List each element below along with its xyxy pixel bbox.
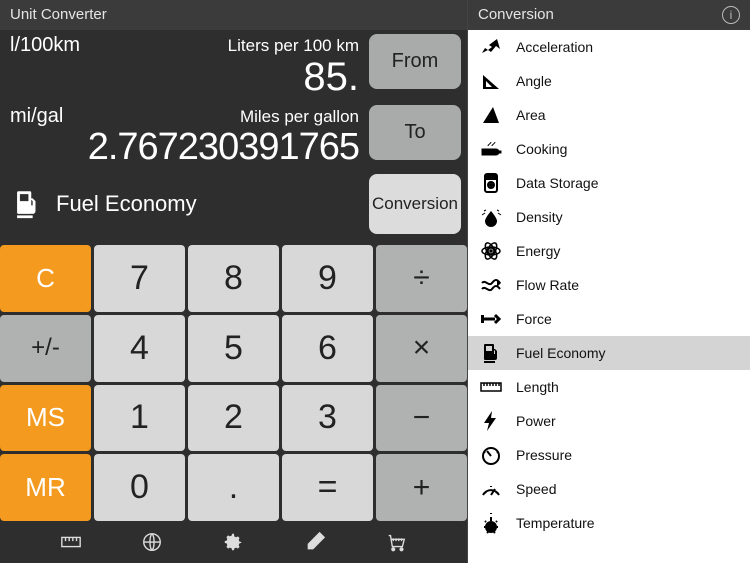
category-label: Data Storage (516, 175, 599, 191)
to-unit-long: Miles per gallon (240, 107, 359, 127)
conversion-button[interactable]: Conversion (369, 174, 461, 234)
category-label: Density (516, 209, 563, 225)
data-storage-icon (478, 170, 504, 196)
pressure-icon (478, 442, 504, 468)
category-row-temperature[interactable]: Temperature (468, 506, 750, 540)
category-label: Flow Rate (516, 277, 579, 293)
to-unit-short: mi/gal (10, 105, 63, 128)
app-title: Unit Converter (10, 0, 107, 30)
category-row-cooking[interactable]: Cooking (468, 132, 750, 166)
right-header: Conversion i (468, 0, 750, 30)
category-label: Acceleration (516, 39, 593, 55)
category-row-density[interactable]: Density (468, 200, 750, 234)
key-4[interactable]: 4 (94, 315, 185, 382)
right-title: Conversion (478, 0, 554, 30)
key-1[interactable]: 1 (94, 385, 185, 452)
length-icon (478, 374, 504, 400)
bottom-toolbar (0, 521, 467, 563)
key-0[interactable]: 0 (94, 454, 185, 521)
category-row-flow-rate[interactable]: Flow Rate (468, 268, 750, 302)
speed-icon (478, 476, 504, 502)
key-dot[interactable]: . (188, 454, 279, 521)
area-icon (478, 102, 504, 128)
acceleration-icon (478, 34, 504, 60)
from-unit-long: Liters per 100 km (228, 36, 359, 56)
category-row-angle[interactable]: Angle (468, 64, 750, 98)
category-label: Force (516, 311, 552, 327)
key-ms[interactable]: MS (0, 385, 91, 452)
ruler-icon[interactable] (60, 531, 82, 553)
category-label: Fuel Economy (56, 191, 197, 217)
category-label: Cooking (516, 141, 567, 157)
key-add[interactable]: + (376, 454, 467, 521)
key-mr[interactable]: MR (0, 454, 91, 521)
from-button[interactable]: From (369, 34, 461, 89)
category-row-speed[interactable]: Speed (468, 472, 750, 506)
temperature-icon (478, 510, 504, 536)
key-multiply[interactable]: × (376, 315, 467, 382)
key-equals[interactable]: = (282, 454, 373, 521)
globe-icon[interactable] (141, 531, 163, 553)
category-label: Energy (516, 243, 560, 259)
category-label: Temperature (516, 515, 595, 531)
from-value: 85. (10, 57, 359, 97)
cooking-icon (478, 136, 504, 162)
category-list[interactable]: Acceleration Angle Area Cooking Data Storage… (468, 30, 750, 563)
density-icon (478, 204, 504, 230)
from-unit-short: l/100km (10, 34, 80, 57)
category-row-power[interactable]: Power (468, 404, 750, 438)
force-icon (478, 306, 504, 332)
power-icon (478, 408, 504, 434)
category-row-energy[interactable]: Energy (468, 234, 750, 268)
energy-icon (478, 238, 504, 264)
category-label: Pressure (516, 447, 572, 463)
fuel-economy-icon (478, 340, 504, 366)
key-subtract[interactable]: − (376, 385, 467, 452)
key-6[interactable]: 6 (282, 315, 373, 382)
category-label: Length (516, 379, 559, 395)
left-header: Unit Converter (0, 0, 467, 30)
keypad: C 7 8 9 ÷ +/- 4 5 6 × MS 1 2 3 − MR 0 . … (0, 245, 467, 521)
key-9[interactable]: 9 (282, 245, 373, 312)
key-3[interactable]: 3 (282, 385, 373, 452)
category-label: Angle (516, 73, 552, 89)
angle-icon (478, 68, 504, 94)
category-label: Power (516, 413, 556, 429)
current-category: Fuel Economy (0, 187, 369, 221)
category-row-length[interactable]: Length (468, 370, 750, 404)
category-row-fuel-economy[interactable]: Fuel Economy (468, 336, 750, 370)
category-row-force[interactable]: Force (468, 302, 750, 336)
key-plusminus[interactable]: +/- (0, 315, 91, 382)
pen-icon[interactable] (304, 531, 326, 553)
key-clear[interactable]: C (0, 245, 91, 312)
category-label: Fuel Economy (516, 345, 605, 361)
gear-icon[interactable] (222, 531, 244, 553)
key-2[interactable]: 2 (188, 385, 279, 452)
key-5[interactable]: 5 (188, 315, 279, 382)
category-row-area[interactable]: Area (468, 98, 750, 132)
category-label: Area (516, 107, 546, 123)
fuel-pump-icon (10, 187, 44, 221)
to-value: 2.767230391765 (10, 128, 359, 166)
category-row-pressure[interactable]: Pressure (468, 438, 750, 472)
key-8[interactable]: 8 (188, 245, 279, 312)
category-row-data-storage[interactable]: Data Storage (468, 166, 750, 200)
cart-icon[interactable] (385, 531, 407, 553)
flow-rate-icon (478, 272, 504, 298)
category-label: Speed (516, 481, 556, 497)
info-icon[interactable]: i (722, 6, 740, 24)
key-7[interactable]: 7 (94, 245, 185, 312)
category-row-acceleration[interactable]: Acceleration (468, 30, 750, 64)
key-divide[interactable]: ÷ (376, 245, 467, 312)
to-button[interactable]: To (369, 105, 461, 160)
